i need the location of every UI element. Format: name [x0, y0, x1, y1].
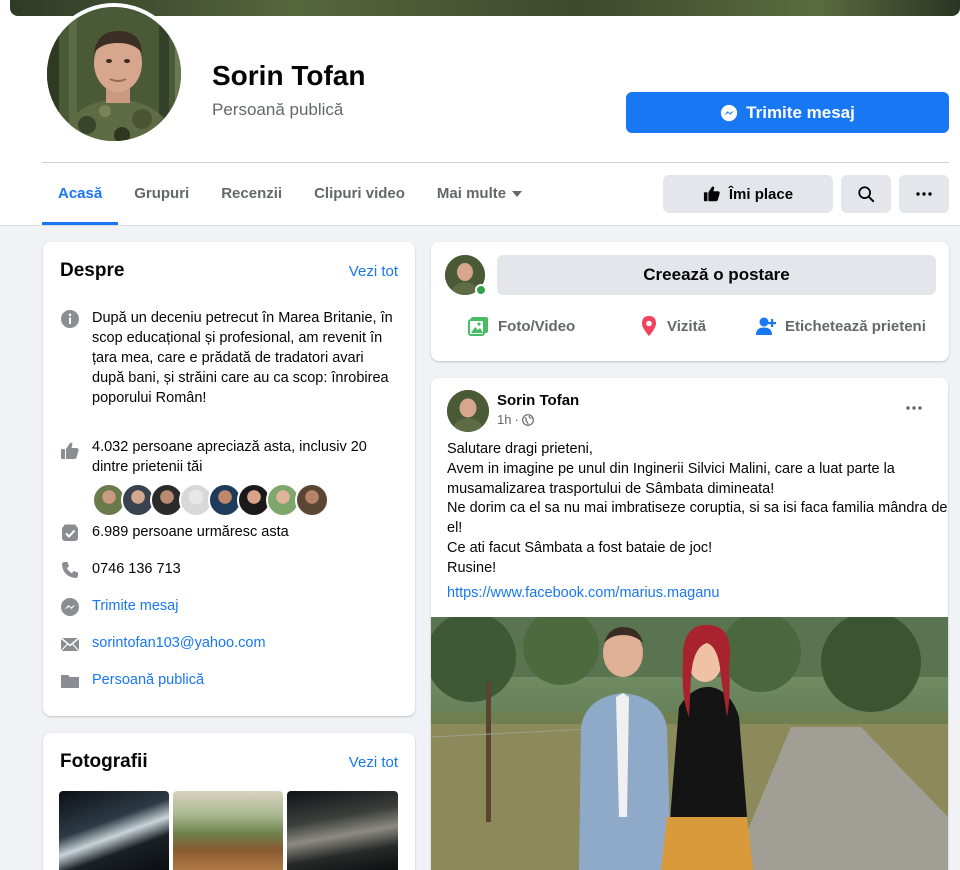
profile-picture[interactable] [43, 3, 185, 145]
send-message-button[interactable]: Trimite mesaj [626, 92, 949, 133]
page-category: Persoană publică [212, 100, 344, 119]
location-pin-icon [639, 315, 659, 337]
friend-avatar[interactable] [295, 483, 329, 517]
about-description: După un deceniu petrecut în Marea Britan… [92, 310, 393, 406]
search-button[interactable] [841, 175, 891, 213]
friend-avatars [92, 483, 398, 517]
more-options-button[interactable] [899, 175, 949, 213]
like-page-button[interactable]: Îmi place [663, 175, 833, 213]
create-post-card: Creează o postare Foto/Video Vizită Etic… [431, 242, 949, 361]
about-category-row: Persoană publică [60, 670, 398, 691]
create-post-input[interactable]: Creează o postare [497, 255, 936, 295]
post-time-text: 1h [497, 412, 512, 427]
globe-icon [521, 413, 534, 426]
post-author-name[interactable]: Sorin Tofan [497, 392, 579, 409]
post-line: Rusine! [447, 559, 497, 576]
tab-videos[interactable]: Clipuri video [298, 163, 421, 225]
more-icon [916, 192, 932, 196]
post-card: Sorin Tofan 1h · Salutare dragi prieteni… [431, 378, 948, 870]
photo-thumbnail[interactable] [59, 791, 169, 870]
post-timestamp[interactable]: 1h · [497, 412, 534, 427]
about-see-all-link[interactable]: Vezi tot [349, 263, 398, 280]
page-title: Sorin Tofan [212, 60, 366, 91]
about-email-row: sorintofan103@yahoo.com [60, 633, 398, 654]
check-in-button[interactable]: Vizită [639, 315, 706, 337]
separator-dot: · [514, 412, 519, 427]
tab-groups[interactable]: Grupuri [118, 163, 205, 225]
post-line: Salutare dragi prieteni, [447, 441, 593, 457]
about-followers-row: 6.989 persoane urmăresc asta [60, 522, 398, 543]
tab-reviews[interactable]: Recenzii [205, 163, 298, 225]
check-in-label: Vizită [667, 317, 706, 335]
about-category-link[interactable]: Persoană publică [92, 670, 398, 691]
phone-icon [60, 560, 80, 580]
online-status-dot [475, 284, 487, 296]
post-line: Ne dorim ca el sa nu mai imbratiseze cor… [447, 500, 948, 537]
page-tabs: Acasă Grupuri Recenzii Clipuri video Mai… [42, 163, 538, 225]
post-options-button[interactable] [896, 394, 932, 422]
about-description-row: După un deceniu petrecut în Marea Britan… [60, 308, 398, 408]
more-icon [906, 406, 922, 410]
photo-thumbnail[interactable] [287, 791, 398, 870]
post-line: Ce ati facut Sâmbata a fost bataie de jo… [447, 539, 713, 556]
about-likes-row: 4.032 persoane apreciază asta, inclusiv … [60, 437, 398, 517]
about-message-row: Trimite mesaj [60, 596, 398, 617]
tab-more-label: Mai multe [436, 185, 507, 202]
search-icon [857, 185, 875, 203]
about-message-link[interactable]: Trimite mesaj [92, 596, 398, 617]
photo-icon [468, 315, 490, 337]
follow-icon [60, 523, 80, 543]
tag-friends-label: Etichetează prieteni [785, 317, 926, 335]
messenger-icon [60, 597, 80, 617]
post-link[interactable]: https://www.facebook.com/marius.maganu [447, 585, 719, 601]
about-phone[interactable]: 0746 136 713 [92, 559, 398, 580]
send-message-label: Trimite mesaj [746, 102, 855, 122]
info-icon [60, 309, 80, 408]
messenger-icon [720, 104, 738, 122]
about-followers-text: 6.989 persoane urmăresc asta [92, 524, 289, 540]
tag-friends-button[interactable]: Etichetează prieteni [755, 315, 926, 337]
about-title: Despre [60, 260, 125, 281]
folder-icon [60, 671, 80, 691]
chevron-down-icon [512, 191, 523, 198]
post-line: Avem in imagine pe unul din Inginerii Si… [447, 460, 895, 497]
photos-title: Fotografii [60, 751, 148, 772]
about-card: Despre Vezi tot După un deceniu petrecut… [43, 242, 415, 716]
photo-video-label: Foto/Video [498, 317, 576, 335]
tag-friends-icon [755, 315, 777, 337]
post-body: Salutare dragi prieteni, Avem in imagine… [447, 440, 948, 579]
about-email-link[interactable]: sorintofan103@yahoo.com [92, 633, 398, 654]
photo-thumbnail[interactable] [173, 791, 283, 870]
post-photo[interactable] [431, 617, 948, 870]
post-author-avatar[interactable] [447, 390, 489, 432]
photo-video-button[interactable]: Foto/Video [468, 315, 575, 337]
about-likes-text: 4.032 persoane apreciază asta, inclusiv … [92, 439, 367, 475]
like-page-label: Îmi place [728, 185, 794, 203]
page-header: Sorin Tofan Persoană publică Trimite mes… [0, 0, 960, 226]
tab-home[interactable]: Acasă [42, 163, 119, 225]
envelope-icon [60, 634, 80, 654]
thumbs-up-icon [60, 441, 80, 517]
photos-see-all-link[interactable]: Vezi tot [349, 754, 398, 771]
tab-more[interactable]: Mai multe [421, 163, 538, 225]
about-phone-row: 0746 136 713 [60, 559, 398, 580]
thumbs-up-icon [703, 185, 721, 203]
